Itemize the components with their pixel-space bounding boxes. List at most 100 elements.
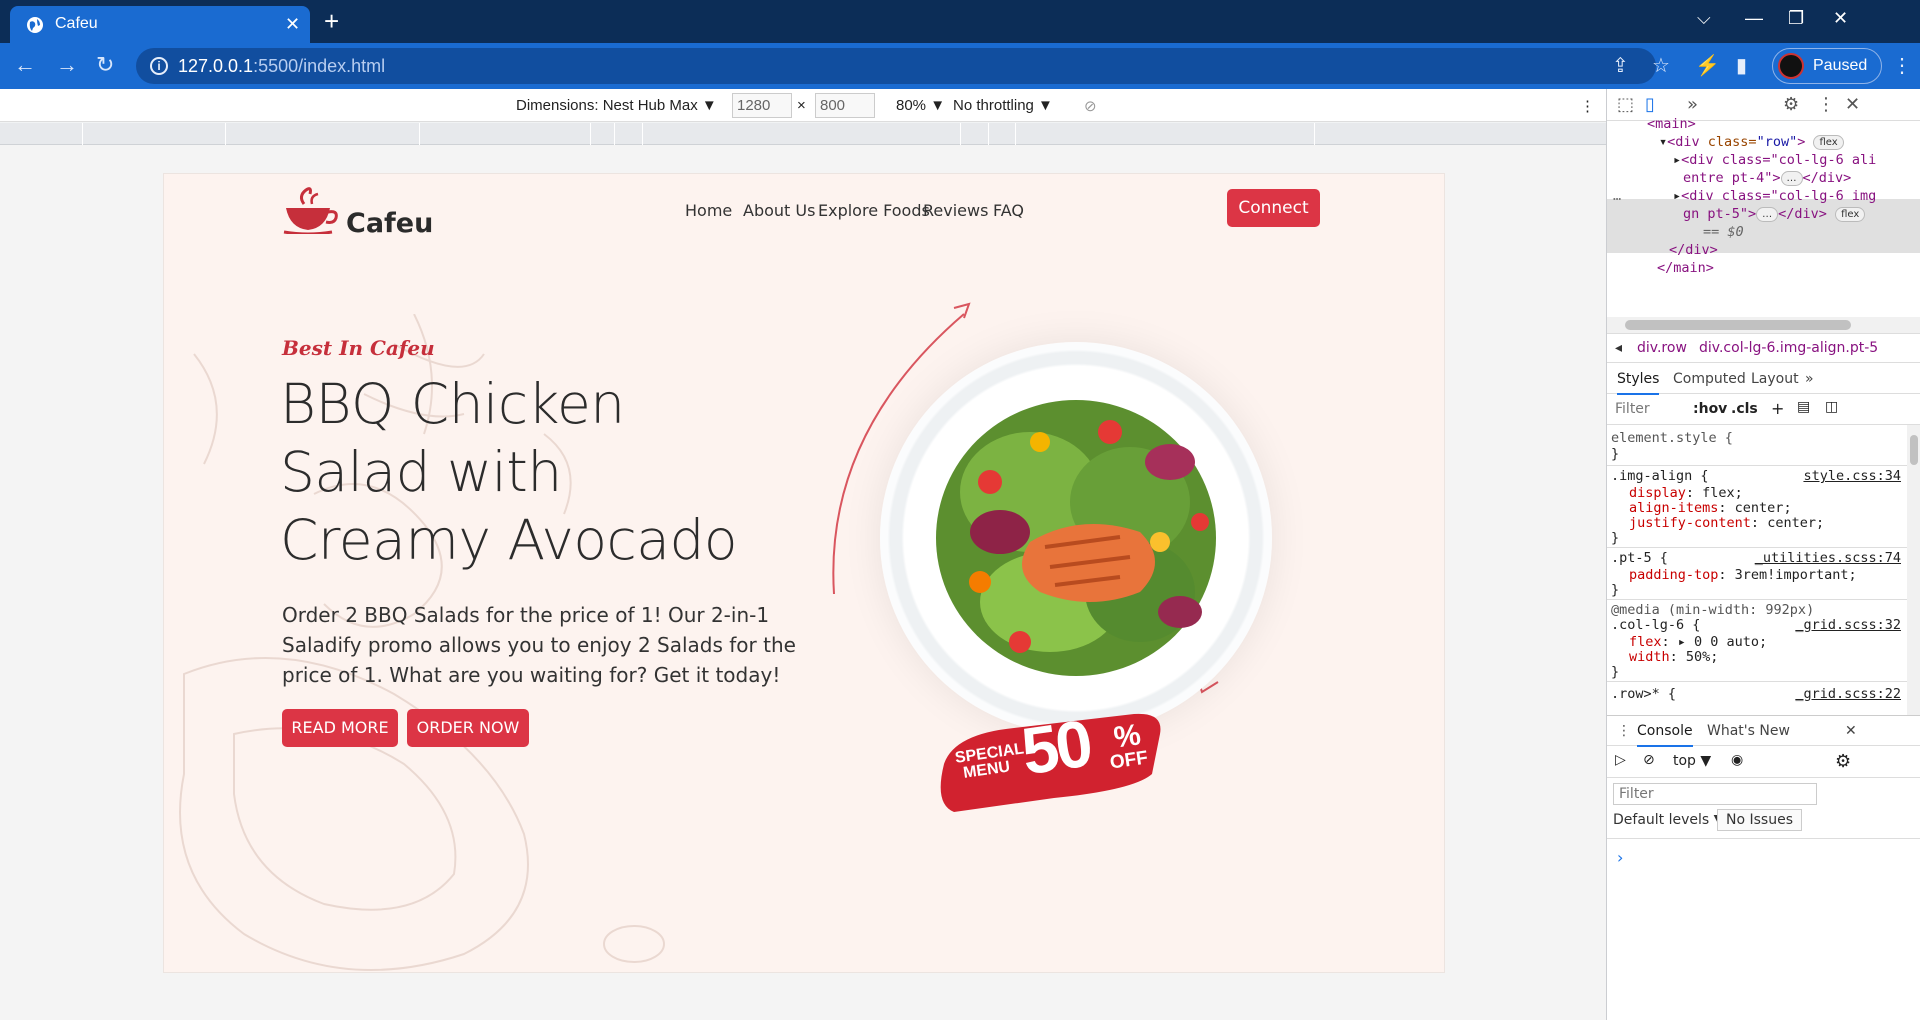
device-toggle-icon[interactable]: ▯ [1645, 95, 1655, 115]
settings-gear-icon[interactable]: ⚙ [1783, 95, 1799, 115]
nav-explore-foods[interactable]: Explore Foods [818, 201, 930, 220]
live-expression-eye-icon[interactable]: ◉ [1731, 752, 1743, 768]
sidebar-toggle-icon[interactable]: ◫ [1825, 399, 1838, 415]
media-query-ruler[interactable] [0, 123, 1606, 145]
drawer-menu-icon[interactable]: ⋮ [1617, 723, 1631, 739]
cls-toggle[interactable]: .cls [1731, 401, 1758, 417]
tab-search-icon[interactable]: ⌵ [1697, 8, 1711, 28]
share-icon[interactable]: ⇪ [1612, 55, 1629, 77]
flex-badge-2[interactable]: flex [1835, 206, 1866, 222]
elements-tree[interactable]: <main> ▾<div class="row"> flex ▸<div cla… [1607, 116, 1920, 317]
new-rule-icon[interactable]: + [1771, 399, 1784, 418]
breadcrumb-item-row[interactable]: div.row [1637, 340, 1687, 356]
dom-col1-ellipsis[interactable]: … [1780, 170, 1803, 186]
dom-gutter-dots[interactable]: … [1613, 187, 1621, 205]
val-align-items[interactable]: center; [1735, 500, 1792, 516]
val-display[interactable]: flex; [1702, 485, 1743, 501]
rule-pt5-source[interactable]: _utilities.scss:74 [1755, 551, 1901, 566]
profile-button[interactable]: Paused [1772, 48, 1882, 84]
url-bar[interactable]: i 127.0.0.1:5500/index.html [136, 48, 1656, 84]
elements-hscrollbar[interactable] [1607, 317, 1920, 333]
prop-align-items[interactable]: align-items [1629, 500, 1718, 516]
inspect-icon[interactable]: ⬚ [1617, 95, 1634, 115]
drawer-close-icon[interactable]: ✕ [1845, 723, 1857, 739]
rule-element-style[interactable]: element.style { [1611, 431, 1733, 446]
val-justify-content[interactable]: center; [1767, 515, 1824, 531]
rotate-icon[interactable]: ⊘ [1084, 97, 1097, 115]
paint-icon[interactable]: ▤ [1797, 399, 1810, 415]
url-text[interactable]: 127.0.0.1:5500/index.html [178, 56, 385, 77]
prop-padding-top[interactable]: padding-top [1629, 567, 1718, 583]
tab-close-icon[interactable]: ✕ [285, 14, 300, 34]
breadcrumb-back-icon[interactable]: ◂ [1615, 340, 1622, 356]
console-prompt[interactable]: › [1617, 848, 1623, 867]
rule-pt5-selector[interactable]: .pt-5 { [1611, 551, 1668, 566]
default-levels-select[interactable]: Default levels ▼ [1613, 812, 1724, 828]
width-input[interactable]: 1280 [732, 93, 792, 118]
console-settings-gear-icon[interactable]: ⚙ [1835, 751, 1851, 772]
site-info-icon[interactable]: i [150, 57, 168, 75]
tab-console[interactable]: Console [1637, 723, 1693, 747]
rule-col-selector[interactable]: .col-lg-6 { [1611, 618, 1700, 633]
devtools-close-icon[interactable]: ✕ [1845, 95, 1860, 115]
window-close-icon[interactable]: ✕ [1833, 8, 1848, 28]
back-icon[interactable]: ← [14, 53, 36, 77]
styles-filter-input[interactable]: Filter [1615, 401, 1650, 417]
browser-menu-icon[interactable]: ⋮ [1892, 55, 1912, 77]
prop-width[interactable]: width [1629, 649, 1670, 665]
clear-console-icon[interactable]: ⊘ [1643, 752, 1655, 768]
throttling-select[interactable]: No throttling ▼ [953, 97, 1053, 114]
tab-computed[interactable]: Computed [1673, 371, 1746, 387]
prop-display[interactable]: display [1629, 485, 1686, 501]
tab-whats-new[interactable]: What's New [1707, 723, 1790, 739]
rule-row-child-source[interactable]: _grid.scss:22 [1795, 687, 1901, 702]
read-more-button[interactable]: READ MORE [282, 709, 398, 747]
side-panel-icon[interactable]: ▮ [1736, 55, 1747, 77]
flex-badge[interactable]: flex [1813, 134, 1844, 150]
bookmark-star-icon[interactable]: ☆ [1652, 55, 1670, 77]
breadcrumb-item-col[interactable]: div.col-lg-6.img-align.pt-5 [1699, 340, 1878, 356]
zoom-select[interactable]: 80% ▼ [896, 97, 945, 114]
sidebar-icon[interactable]: ▷ [1615, 752, 1626, 768]
new-tab-icon[interactable]: + [324, 6, 339, 36]
dimensions-select[interactable]: Dimensions: Nest Hub Max ▼ [516, 97, 717, 114]
nav-home[interactable]: Home [685, 201, 732, 220]
val-width[interactable]: 50%; [1686, 649, 1719, 665]
dom-main-open[interactable]: <main> [1647, 116, 1696, 132]
prop-justify-content[interactable]: justify-content [1629, 515, 1751, 531]
tab-styles[interactable]: Styles [1617, 371, 1660, 395]
devtools-menu-icon[interactable]: ⋮ [1817, 95, 1835, 115]
forward-icon[interactable]: → [56, 53, 78, 77]
browser-tab[interactable]: Cafeu ✕ [10, 6, 310, 43]
device-more-icon[interactable]: ⋮ [1580, 97, 1595, 115]
nav-reviews[interactable]: Reviews [923, 201, 988, 220]
no-issues-button[interactable]: No Issues [1717, 809, 1802, 831]
minimize-icon[interactable]: — [1745, 8, 1763, 28]
height-input[interactable]: 800 [815, 93, 875, 118]
more-tabs-icon[interactable]: » [1687, 95, 1698, 115]
dom-row-node[interactable]: ▾<div class="row"> flex [1659, 133, 1844, 151]
tab-layout[interactable]: Layout [1751, 371, 1799, 387]
hscroll-thumb[interactable] [1625, 320, 1851, 330]
dom-col2-ellipsis[interactable]: … [1756, 206, 1779, 222]
nav-about-us[interactable]: About Us [743, 201, 815, 220]
prop-flex[interactable]: flex [1629, 634, 1662, 650]
rule-row-child-selector[interactable]: .row>* { [1611, 687, 1676, 702]
styles-vscrollbar[interactable] [1907, 425, 1920, 715]
rule-col-source[interactable]: _grid.scss:32 [1795, 618, 1901, 633]
order-now-button[interactable]: ORDER NOW [407, 709, 529, 747]
restore-icon[interactable]: ❐ [1788, 8, 1804, 28]
tab-more[interactable]: » [1805, 371, 1814, 387]
val-flex[interactable]: ▸ 0 0 auto; [1678, 634, 1767, 650]
nav-faq[interactable]: FAQ [993, 201, 1024, 220]
val-padding-top[interactable]: 3rem!important; [1735, 567, 1857, 583]
extension-icon[interactable]: ⚡ [1695, 55, 1720, 77]
connect-button[interactable]: Connect [1227, 189, 1320, 227]
rule-img-align-selector[interactable]: .img-align { [1611, 469, 1709, 484]
console-filter-input[interactable]: Filter [1613, 783, 1817, 805]
dom-col1-node[interactable]: ▸<div class="col-lg-6 ali [1673, 151, 1876, 169]
hov-toggle[interactable]: :hov [1693, 401, 1727, 417]
reload-icon[interactable]: ↻ [96, 53, 114, 77]
dom-col2-node[interactable]: ▸<div class="col-lg-6 img [1673, 187, 1876, 205]
context-select[interactable]: top ▼ [1673, 753, 1711, 769]
